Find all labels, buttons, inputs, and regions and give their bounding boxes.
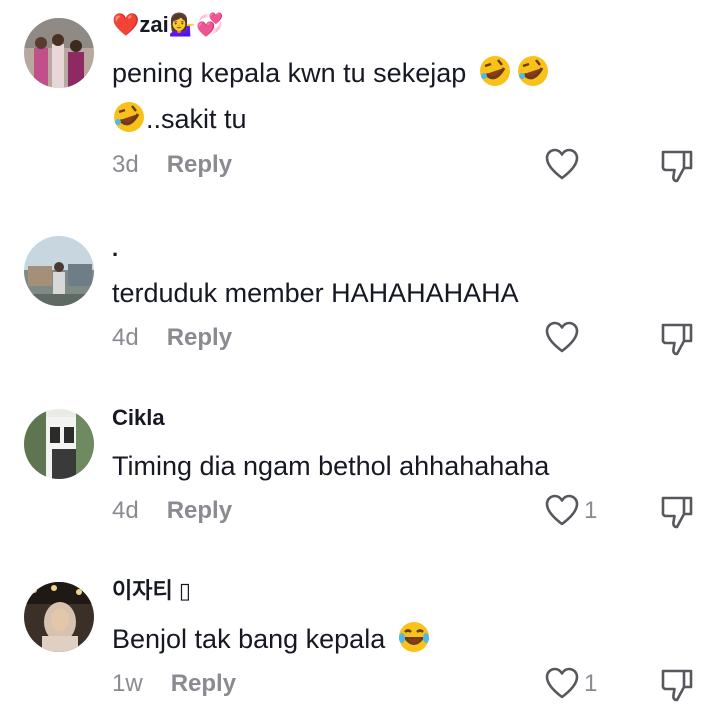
like-count: 1 xyxy=(584,670,598,697)
avatar[interactable] xyxy=(24,18,94,88)
username[interactable]: Cikla xyxy=(112,405,165,431)
heart-outline-icon[interactable] xyxy=(544,320,580,356)
timestamp: 3d xyxy=(112,151,139,178)
reply-button[interactable]: Reply xyxy=(171,670,236,697)
comment-meta: 4d Reply xyxy=(112,323,232,353)
heart-outline-icon[interactable] xyxy=(544,666,580,702)
comment-text-line2: ..sakit tu xyxy=(112,96,652,142)
rolling-on-floor-laughing-emoji xyxy=(479,56,510,86)
thumbs-down-icon[interactable] xyxy=(660,321,694,357)
heart-outline-icon[interactable] xyxy=(544,493,580,529)
comment-text: terduduk member HAHAHAHAHA xyxy=(112,278,519,308)
username[interactable]: 이자티 ▯ xyxy=(112,578,191,604)
comment-text: pening kepala kwn tu sekejap xyxy=(112,50,652,96)
comment-text: Timing dia ngam bethol ahhahahaha xyxy=(112,451,550,481)
comment-meta: 4d Reply xyxy=(112,496,232,526)
avatar[interactable] xyxy=(24,236,94,306)
avatar[interactable] xyxy=(24,409,94,479)
heart-outline-icon[interactable] xyxy=(544,147,580,183)
reply-button[interactable]: Reply xyxy=(167,324,232,351)
comment-text-line: pening kepala kwn tu sekejap xyxy=(112,58,467,88)
rolling-on-floor-laughing-emoji xyxy=(517,56,548,86)
comment-text-line: ..sakit tu xyxy=(146,104,247,134)
timestamp: 4d xyxy=(112,324,139,351)
thumbs-down-icon[interactable] xyxy=(660,667,694,703)
comment-text-line: Benjol tak bang kepala xyxy=(112,624,386,654)
username[interactable]: ❤️zai💁‍♀️💞 xyxy=(112,12,224,38)
timestamp: 1w xyxy=(112,670,143,697)
comment-meta: 1w Reply xyxy=(112,669,236,699)
username[interactable]: . xyxy=(112,236,118,262)
comment-text: Benjol tak bang kepala xyxy=(112,616,652,662)
thumbs-down-icon[interactable] xyxy=(660,494,694,530)
reply-button[interactable]: Reply xyxy=(167,151,232,178)
avatar[interactable] xyxy=(24,582,94,652)
comment-meta: 3d Reply xyxy=(112,150,232,180)
rolling-on-floor-laughing-emoji xyxy=(114,102,144,132)
reply-button[interactable]: Reply xyxy=(167,497,232,524)
timestamp: 4d xyxy=(112,497,139,524)
like-count: 1 xyxy=(584,497,598,524)
thumbs-down-icon[interactable] xyxy=(660,148,694,184)
face-with-tears-of-joy-emoji xyxy=(398,622,429,652)
